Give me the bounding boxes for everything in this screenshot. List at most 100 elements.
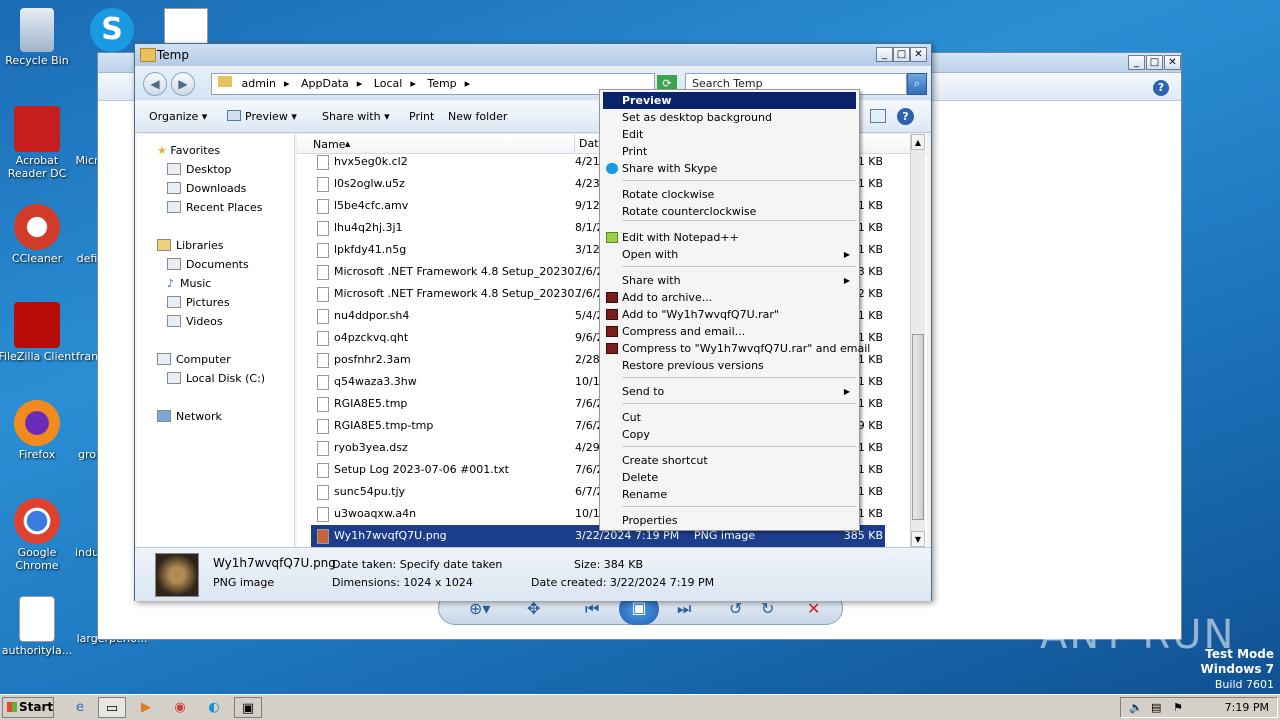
print-button[interactable]: Print xyxy=(409,110,434,123)
context-menu-item[interactable]: Share with ▶ xyxy=(603,272,856,289)
scroll-thumb[interactable] xyxy=(912,334,924,520)
actual-size-icon[interactable]: ✥ xyxy=(527,599,540,618)
forward-button[interactable]: ▶ xyxy=(171,72,195,96)
new-folder-button[interactable]: New folder xyxy=(448,110,507,123)
search-icon[interactable]: ⌕ xyxy=(907,73,927,95)
context-menu-item[interactable]: Compress and email... xyxy=(603,323,856,340)
context-menu-item[interactable]: Edit with Notepad++ xyxy=(603,229,856,246)
desktop-icon-recycle-bin[interactable]: Recycle Bin xyxy=(0,8,77,67)
media-player-icon[interactable]: ▶ xyxy=(132,697,160,718)
rotate-ccw-icon[interactable]: ↺ xyxy=(729,599,742,618)
edge-icon[interactable]: ◐ xyxy=(200,697,228,718)
context-menu-label: Send to xyxy=(622,385,665,398)
nav-computer[interactable]: Computer xyxy=(157,353,231,366)
word-desktop-icon[interactable] xyxy=(164,8,208,48)
breadcrumb-item[interactable]: Temp xyxy=(427,77,456,90)
file-name: hvx5eg0k.cl2 xyxy=(334,155,408,168)
close-button[interactable]: ✕ xyxy=(910,47,927,62)
context-menu-item[interactable]: Set as desktop background xyxy=(603,109,856,126)
desktop-icon-ccleaner[interactable]: CCleaner xyxy=(0,204,77,265)
context-menu-item[interactable]: Rotate counterclockwise xyxy=(603,203,856,220)
nav-documents[interactable]: Documents xyxy=(167,258,249,271)
desktop-icon-filezilla[interactable]: FileZilla Client xyxy=(0,302,77,363)
photo-viewer-minimize-button[interactable]: _ xyxy=(1128,55,1145,70)
context-menu-item[interactable]: Copy xyxy=(603,426,856,443)
nav-libraries[interactable]: Libraries xyxy=(157,239,224,252)
ie-icon[interactable]: e xyxy=(66,697,94,718)
context-menu-item[interactable]: Preview xyxy=(603,92,856,109)
rotate-cw-icon[interactable]: ↻ xyxy=(761,599,774,618)
context-menu-item[interactable]: Add to "Wy1h7wvqfQ7U.rar" xyxy=(603,306,856,323)
nav-recent-places[interactable]: Recent Places xyxy=(167,201,263,214)
explorer-titlebar[interactable]: Temp xyxy=(135,44,931,66)
context-menu-item[interactable]: Compress to "Wy1h7wvqfQ7U.rar" and email xyxy=(603,340,870,357)
context-menu-item[interactable]: Properties xyxy=(603,512,856,529)
desktop-icon-chrome[interactable]: Google Chrome xyxy=(0,498,77,572)
start-button[interactable]: Start xyxy=(2,697,54,718)
photo-viewer-close-button[interactable]: ✕ xyxy=(1164,55,1181,70)
videos-icon xyxy=(167,315,181,327)
details-date-taken[interactable]: Date taken: Specify date taken xyxy=(332,558,502,571)
context-menu-item[interactable]: Share with Skype xyxy=(603,160,856,177)
column-name[interactable]: Name xyxy=(313,138,345,151)
help-icon[interactable]: ? xyxy=(1153,80,1169,96)
volume-icon[interactable]: 🔈 xyxy=(1129,698,1143,717)
context-menu-item[interactable]: Print xyxy=(603,143,856,160)
vertical-scrollbar[interactable]: ▲ ▼ xyxy=(910,134,925,547)
minimize-button[interactable]: _ xyxy=(876,47,893,62)
nav-desktop[interactable]: Desktop xyxy=(167,163,231,176)
desktop-icon xyxy=(167,163,181,175)
clock[interactable]: 7:19 PM xyxy=(1225,701,1269,714)
context-menu-item[interactable]: Edit xyxy=(603,126,856,143)
skype-desktop-icon[interactable]: S xyxy=(90,8,134,52)
nav-pictures[interactable]: Pictures xyxy=(167,296,230,309)
delete-icon[interactable]: ✕ xyxy=(807,599,820,618)
nav-videos[interactable]: Videos xyxy=(167,315,223,328)
photo-viewer-taskbar-icon[interactable]: ▣ xyxy=(234,697,262,718)
help-icon[interactable]: ? xyxy=(897,108,914,125)
context-menu-item[interactable]: Rename xyxy=(603,486,856,503)
winrar-icon xyxy=(606,326,618,337)
context-menu-item[interactable]: Send to ▶ xyxy=(603,383,856,400)
file-name: Microsoft .NET Framework 4.8 Setup_20230… xyxy=(334,287,585,300)
breadcrumb-item[interactable]: admin xyxy=(242,77,276,90)
share-with-button[interactable]: Share with ▾ xyxy=(322,110,390,123)
breadcrumb[interactable]: admin ▸ AppData ▸ Local ▸ Temp ▸ xyxy=(211,73,655,95)
zoom-icon[interactable]: ⊕▾ xyxy=(469,599,490,618)
desktop-icon-authority[interactable]: authorityla... xyxy=(0,596,77,657)
network-tray-icon[interactable]: ▤ xyxy=(1151,698,1161,717)
context-menu-item[interactable]: Rotate clockwise xyxy=(603,186,856,203)
chrome-taskbar-icon[interactable]: ◉ xyxy=(166,697,194,718)
context-menu-item[interactable]: Open with ▶ xyxy=(603,246,856,263)
nav-music[interactable]: ♪ Music xyxy=(167,277,211,290)
breadcrumb-item[interactable]: AppData xyxy=(301,77,349,90)
breadcrumb-item[interactable]: Local xyxy=(374,77,403,90)
file-name: sunc54pu.tjy xyxy=(334,485,406,498)
flag-icon[interactable]: ⚑ xyxy=(1173,698,1183,717)
file-icon xyxy=(317,463,329,478)
file-icon xyxy=(317,441,329,456)
context-menu-item[interactable]: Create shortcut xyxy=(603,452,856,469)
next-icon[interactable]: ⏭ xyxy=(677,599,691,619)
nav-network[interactable]: Network xyxy=(157,410,222,423)
scroll-up-icon[interactable]: ▲ xyxy=(911,134,925,150)
context-menu-item[interactable]: Restore previous versions xyxy=(603,357,856,374)
explorer-taskbar-icon[interactable]: ▭ xyxy=(98,697,126,718)
organize-button[interactable]: Organize ▾ xyxy=(149,110,207,123)
context-menu-item[interactable]: Delete xyxy=(603,469,856,486)
back-button[interactable]: ◀ xyxy=(143,72,167,96)
details-dimensions: Dimensions: 1024 x 1024 xyxy=(332,576,473,589)
context-menu-item[interactable]: Cut xyxy=(603,409,856,426)
preview-pane-icon[interactable] xyxy=(870,109,886,123)
nav-favorites[interactable]: ★ Favorites xyxy=(157,144,220,157)
desktop-icon-firefox[interactable]: Firefox xyxy=(0,400,77,461)
context-menu-item[interactable]: Add to archive... xyxy=(603,289,856,306)
nav-local-disk[interactable]: Local Disk (C:) xyxy=(167,372,265,385)
desktop-icon-acrobat[interactable]: Acrobat Reader DC xyxy=(0,106,77,180)
preview-button[interactable]: Preview ▾ xyxy=(227,110,297,123)
scroll-down-icon[interactable]: ▼ xyxy=(911,531,925,547)
nav-downloads[interactable]: Downloads xyxy=(167,182,246,195)
photo-viewer-maximize-button[interactable]: □ xyxy=(1146,55,1163,70)
previous-icon[interactable]: ⏮ xyxy=(585,599,599,619)
maximize-button[interactable]: □ xyxy=(893,47,910,62)
